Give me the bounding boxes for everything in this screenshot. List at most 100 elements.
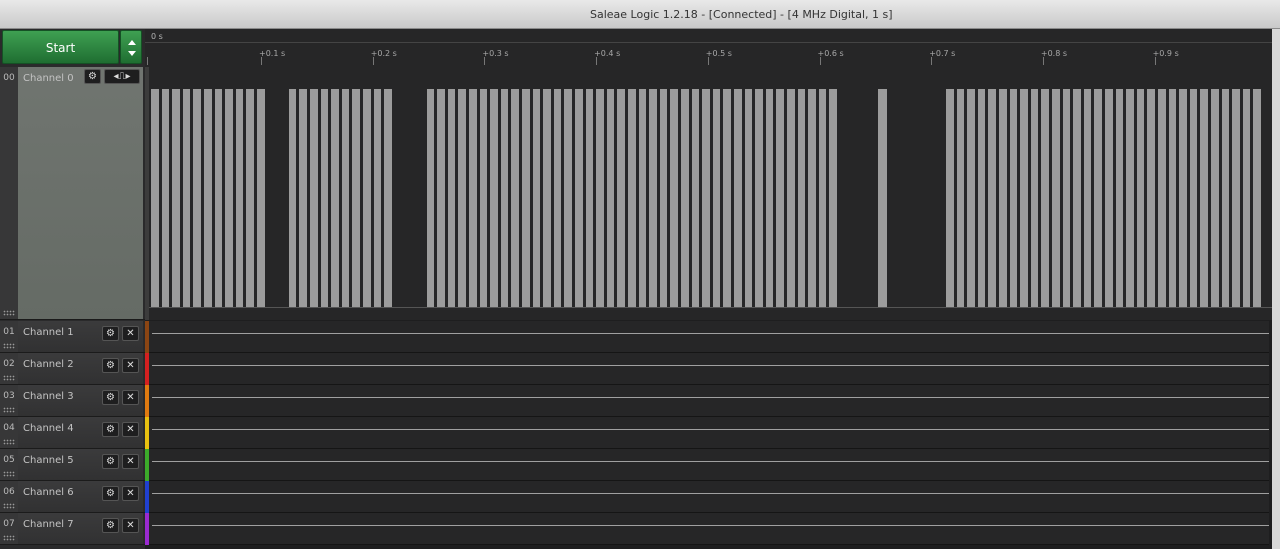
channel-remove-button[interactable]: ✕ [122,454,139,469]
channel-name[interactable]: Channel 2 [23,353,74,377]
channel-row-3[interactable]: 03 Channel 3 ⚙ ✕ [0,385,145,417]
start-button[interactable]: Start [2,30,119,64]
channel-name[interactable]: Channel 1 [23,321,74,345]
channel-0-waveform[interactable] [149,67,1272,320]
signal-pulse [712,89,721,307]
channel-settings-button[interactable]: ⚙ [102,422,119,437]
signal-pulse [564,89,572,307]
signal-pulse [988,89,996,307]
channel-row-5[interactable]: 05 Channel 5 ⚙ ✕ [0,449,145,481]
channel-7-waveform[interactable] [149,513,1269,545]
channel-1-waveform[interactable] [149,321,1269,353]
close-icon: ✕ [126,520,135,531]
channel-row-4[interactable]: 04 Channel 4 ⚙ ✕ [0,417,145,449]
signal-pulse [638,89,647,307]
tick-mark [261,57,262,65]
channel-row-2[interactable]: 02 Channel 2 ⚙ ✕ [0,353,145,385]
drag-handle-icon[interactable] [3,471,15,477]
signal-pulse [575,89,583,307]
low-signal-line [152,525,1269,526]
channel-2-waveform[interactable] [149,353,1269,385]
channel-remove-button[interactable]: ✕ [122,326,139,341]
signal-pulse [1020,89,1028,307]
gear-icon: ⚙ [106,328,115,339]
signal-pulse [246,89,254,307]
channel-settings-button[interactable]: ⚙ [102,454,119,469]
drag-handle-icon[interactable] [3,407,15,413]
channel-4-waveform[interactable] [149,417,1269,449]
channel-settings-button[interactable]: ⚙ [102,518,119,533]
trigger-selector[interactable]: ◂⎍▸ [104,69,140,84]
signal-pulse [1009,89,1018,307]
time-tick-label: +0.1 s [259,49,286,58]
channel-settings-button[interactable]: ⚙ [84,69,101,84]
signal-pulse [543,89,551,307]
signal-pulse [691,89,700,307]
window-title: Saleae Logic 1.2.18 - [Connected] - [4 M… [590,8,893,21]
signal-pulse [320,89,329,307]
drag-handle-icon[interactable] [3,343,15,349]
vertical-scrollbar[interactable] [1272,29,1280,549]
time-tick-label: +0.7 s [929,49,956,58]
channel-remove-button[interactable]: ✕ [122,390,139,405]
channel-row-0[interactable]: 00 Channel 0 ⚙ ◂⎍▸ [0,67,145,320]
signal-pulse [1073,89,1081,307]
channel-settings-button[interactable]: ⚙ [102,486,119,501]
signal-pulse [225,89,233,307]
signal-pulse [628,89,636,307]
channel-settings-button[interactable]: ⚙ [102,358,119,373]
gear-icon: ⚙ [106,520,115,531]
channel-row-1[interactable]: 01 Channel 1 ⚙ ✕ [0,321,145,353]
signal-pulse [151,89,159,307]
drag-handle-icon[interactable] [3,503,15,509]
signal-pulse [977,89,986,307]
signal-pulse [670,89,678,307]
channel-name[interactable]: Channel 7 [23,513,74,537]
signal-pulse [878,89,887,307]
channel-row-7[interactable]: 07 Channel 7 ⚙ ✕ [0,513,145,545]
signal-pulse [1115,89,1124,307]
time-tick-label: +0.6 s [817,49,844,58]
arrow-up-icon [128,40,136,45]
channel-remove-button[interactable]: ✕ [122,358,139,373]
channel-name[interactable]: Channel 6 [23,481,74,505]
channel-remove-button[interactable]: ✕ [122,486,139,501]
signal-pulse [1062,89,1071,307]
pulse-trigger-icon: ◂⎍▸ [113,71,131,82]
signal-pulse [1105,89,1113,307]
arrow-down-icon [128,51,136,56]
drag-handle-icon[interactable] [3,375,15,381]
tick-mark [484,57,486,65]
signal-pulse [331,89,339,307]
channel-name[interactable]: Channel 3 [23,385,74,409]
drag-handle-icon[interactable] [3,310,15,316]
channel-name[interactable]: Channel 4 [23,417,74,441]
signal-pulse [511,89,519,307]
time-ruler[interactable]: 0 s +0.1 s +0.2 s +0.3 s +0.4 s +0.5 s +0.6 s… [145,29,1272,67]
channel-name[interactable]: Channel 5 [23,449,74,473]
signal-pulse [755,89,763,307]
signal-pulse [1136,89,1145,307]
drag-handle-icon[interactable] [3,535,15,541]
channel-settings-button[interactable]: ⚙ [102,326,119,341]
channel-name[interactable]: Channel 0 [23,67,74,91]
signal-pulse [702,89,710,307]
signal-pulse [723,89,731,307]
channel-remove-button[interactable]: ✕ [122,518,139,533]
channel-remove-button[interactable]: ✕ [122,422,139,437]
tick-mark [819,57,821,65]
channel-row-6[interactable]: 06 Channel 6 ⚙ ✕ [0,481,145,513]
start-options-button[interactable] [120,30,142,64]
signal-pulse [553,89,562,307]
channel-5-waveform[interactable] [149,449,1269,481]
channel-settings-button[interactable]: ⚙ [102,390,119,405]
close-icon: ✕ [126,392,135,403]
drag-handle-icon[interactable] [3,439,15,445]
tick-mark [1042,57,1044,65]
signal-pulse [999,89,1007,307]
signal-pulse [1179,89,1187,307]
channel-3-waveform[interactable] [149,385,1269,417]
gear-icon: ⚙ [106,392,115,403]
channel-6-waveform[interactable] [149,481,1269,513]
gear-icon: ⚙ [88,71,97,82]
